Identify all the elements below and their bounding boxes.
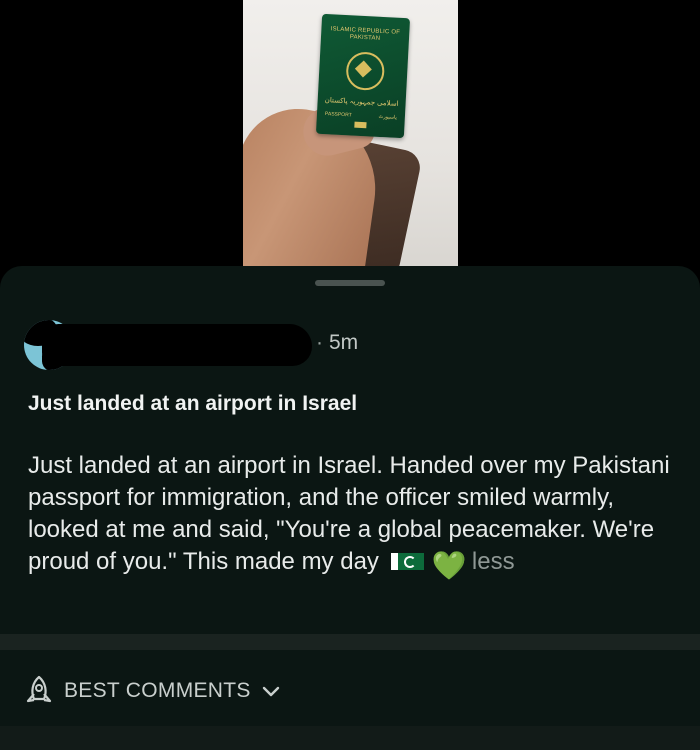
drag-handle[interactable] (315, 280, 385, 286)
post-card: · 5m Just landed at an airport in Israel … (0, 266, 700, 750)
passport-emblem-icon (345, 51, 386, 92)
section-divider (0, 634, 700, 650)
passport-header: ISLAMIC REPUBLIC OF PAKISTAN (330, 26, 401, 42)
photo-passport: ISLAMIC REPUBLIC OF PAKISTAN اسلامی جمہو… (315, 13, 411, 139)
passport-footer: PASSPORT پاسپورٹ (325, 111, 397, 121)
post-title: Just landed at an airport in Israel (28, 392, 358, 415)
best-comments-label: BEST COMMENTS (64, 679, 251, 702)
post-photo[interactable]: ISLAMIC REPUBLIC OF PAKISTAN اسلامی جمہو… (243, 0, 458, 266)
pakistan-flag-icon (390, 553, 424, 570)
passport-urdu-title: اسلامی جمہوریہ پاکستان (324, 97, 399, 108)
passport-chip-icon (354, 121, 367, 129)
post-body: Just landed at an airport in Israel. Han… (28, 450, 678, 580)
passport-label-ur: پاسپورٹ (378, 113, 398, 121)
chevron-down-icon (261, 681, 281, 701)
post-time: 5m (329, 331, 359, 354)
passport-label-en: PASSPORT (324, 111, 352, 119)
post-body-text: Just landed at an airport in Israel. Han… (28, 452, 670, 575)
post-meta: · 5m (316, 331, 358, 355)
green-heart-icon: 💚 (431, 550, 467, 581)
best-comments-dropdown[interactable]: BEST COMMENTS (22, 671, 281, 711)
less-link[interactable]: less (472, 548, 515, 575)
rocket-icon (22, 674, 56, 708)
username-redaction (42, 324, 312, 366)
bottom-strip (0, 726, 700, 750)
separator-dot: · (316, 331, 323, 354)
